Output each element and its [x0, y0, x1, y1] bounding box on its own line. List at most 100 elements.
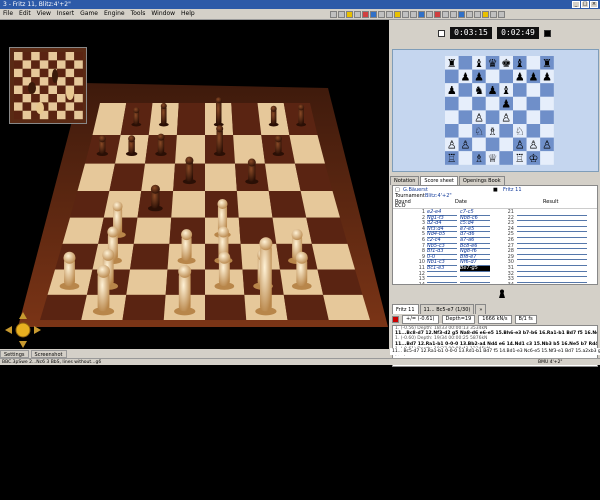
- toolbar-tool-5-button[interactable]: [458, 10, 465, 18]
- mini-board-piece[interactable]: ♟: [515, 70, 525, 83]
- mini-board-piece[interactable]: ♚: [501, 57, 511, 70]
- board-square[interactable]: [236, 191, 273, 218]
- mini-board-piece[interactable]: ♘: [515, 125, 525, 138]
- mini-board-square[interactable]: [458, 151, 473, 165]
- tab-score-sheet[interactable]: Score sheet: [420, 176, 458, 185]
- menu-window[interactable]: Window: [148, 9, 178, 19]
- mini-board-square[interactable]: [458, 96, 473, 111]
- mini-board-square[interactable]: [458, 83, 473, 97]
- mini-board-piece[interactable]: ♟: [501, 98, 511, 111]
- mini-board-square[interactable]: [485, 110, 500, 124]
- mini-board-square[interactable]: [445, 110, 459, 124]
- navigation-control[interactable]: [3, 310, 43, 349]
- mini-board-square[interactable]: [499, 124, 513, 138]
- board-square[interactable]: [103, 191, 142, 218]
- mini-board-piece[interactable]: ♝: [474, 57, 484, 70]
- toolbar-tool-6-button[interactable]: [466, 10, 473, 18]
- mini-board-square[interactable]: [526, 96, 541, 111]
- menu-game[interactable]: Game: [77, 9, 101, 19]
- toolbar-new-game-button[interactable]: [330, 10, 337, 18]
- mini-board-square[interactable]: [458, 110, 473, 124]
- board-square[interactable]: [205, 163, 237, 192]
- mini-board-piece[interactable]: ♜: [542, 57, 552, 70]
- nav-left-arrow-icon[interactable]: [5, 326, 12, 334]
- board-square[interactable]: [126, 269, 168, 295]
- toolbar-tool-3-button[interactable]: [442, 10, 449, 18]
- nav-center-knob[interactable]: [15, 322, 31, 338]
- board-square[interactable]: [311, 243, 355, 270]
- mini-board-piece[interactable]: ♙: [542, 138, 552, 151]
- board-square[interactable]: [40, 294, 87, 320]
- board-square[interactable]: [268, 191, 307, 218]
- mini-board-square[interactable]: [540, 96, 554, 111]
- menu-tools[interactable]: Tools: [128, 9, 149, 19]
- toolbar-tool-1-button[interactable]: [426, 10, 433, 18]
- menu-file[interactable]: File: [0, 9, 16, 19]
- mini-board-square[interactable]: [458, 56, 473, 70]
- mini-board-square[interactable]: [526, 56, 541, 70]
- mini-board-piece[interactable]: ♛: [488, 57, 498, 70]
- board-square[interactable]: [176, 103, 205, 136]
- tab-notation[interactable]: Notation: [390, 176, 420, 185]
- toolbar-tool-2-button[interactable]: [434, 10, 441, 18]
- mini-board-piece[interactable]: ♗: [474, 152, 484, 165]
- mini-board-square[interactable]: [513, 110, 527, 124]
- toolbar-3d-button[interactable]: [418, 10, 425, 18]
- mini-board-piece[interactable]: ♔: [528, 152, 538, 165]
- mini-board-square[interactable]: [472, 96, 486, 111]
- board-square[interactable]: [171, 191, 205, 218]
- toolbar-flip-button[interactable]: [362, 10, 369, 18]
- mini-board-square[interactable]: [485, 69, 500, 84]
- toolbar-take-back-button[interactable]: [410, 10, 417, 18]
- mini-board-piece[interactable]: ♙: [460, 138, 470, 151]
- tab-engine-line[interactable]: 11... Bc5-e7 (1/30): [419, 304, 475, 314]
- toolbar-copy-button[interactable]: [378, 10, 385, 18]
- mini-board-square[interactable]: [526, 110, 541, 124]
- mini-board-piece[interactable]: ♝: [501, 84, 511, 97]
- nav-up-arrow-icon[interactable]: [19, 312, 27, 319]
- toolbar-open-button[interactable]: [338, 10, 345, 18]
- board-square[interactable]: [55, 243, 99, 270]
- toolbar-print-button[interactable]: [354, 10, 361, 18]
- mini-board-piece[interactable]: ♞: [474, 84, 484, 97]
- tab-engine-name[interactable]: Fritz 11: [392, 304, 419, 314]
- board-square[interactable]: [231, 103, 262, 136]
- mini-board-square[interactable]: [472, 137, 486, 152]
- engine-stop-button[interactable]: [392, 316, 399, 323]
- mini-board-square[interactable]: [445, 96, 459, 111]
- tab-openings-book[interactable]: Openings Book: [458, 176, 505, 185]
- mini-board-square[interactable]: [540, 83, 554, 97]
- move-row[interactable]: 14 34: [395, 282, 590, 284]
- mini-board-piece[interactable]: ♙: [528, 138, 538, 151]
- toolbar-tool-7-button[interactable]: [474, 10, 481, 18]
- board-square[interactable]: [323, 294, 370, 320]
- nav-down-arrow-icon[interactable]: [19, 341, 27, 348]
- mini-board-piece[interactable]: ♟: [528, 70, 538, 83]
- board-square[interactable]: [130, 243, 170, 270]
- move-white[interactable]: [427, 283, 457, 284]
- mini-board-piece[interactable]: ♗: [488, 125, 498, 138]
- mini-board-square[interactable]: [499, 151, 513, 165]
- mini-board-square[interactable]: [499, 69, 513, 84]
- mini-board-piece[interactable]: ♟: [460, 70, 470, 83]
- mini-board-piece[interactable]: ♙: [515, 138, 525, 151]
- mini-board-square[interactable]: [526, 83, 541, 97]
- mini-board-piece[interactable]: ♙: [501, 111, 511, 124]
- mini-board-piece[interactable]: ♜: [447, 57, 457, 70]
- toolbar-hint-button[interactable]: [402, 10, 409, 18]
- close-button[interactable]: ×: [590, 1, 598, 8]
- board-square[interactable]: [265, 163, 301, 192]
- score-sheet[interactable]: □ G.Bäuerst ■ Fritz 11 Tournament Blitz:…: [392, 185, 598, 285]
- toolbar-tool-4-button[interactable]: [450, 10, 457, 18]
- menu-insert[interactable]: Insert: [54, 9, 77, 19]
- mini-board-piece[interactable]: ♖: [447, 152, 457, 165]
- toolbar-tool-8-button[interactable]: [482, 10, 489, 18]
- menu-help[interactable]: Help: [178, 9, 198, 19]
- mini-board-square[interactable]: [458, 124, 473, 138]
- mini-board-piece[interactable]: ♘: [474, 125, 484, 138]
- board-3d-view[interactable]: [0, 20, 389, 349]
- toolbar-save-button[interactable]: [346, 10, 353, 18]
- mini-board-piece[interactable]: ♝: [515, 57, 525, 70]
- tab-settings[interactable]: Settings: [0, 350, 29, 358]
- tab-screenshot[interactable]: Screenshot: [30, 350, 67, 358]
